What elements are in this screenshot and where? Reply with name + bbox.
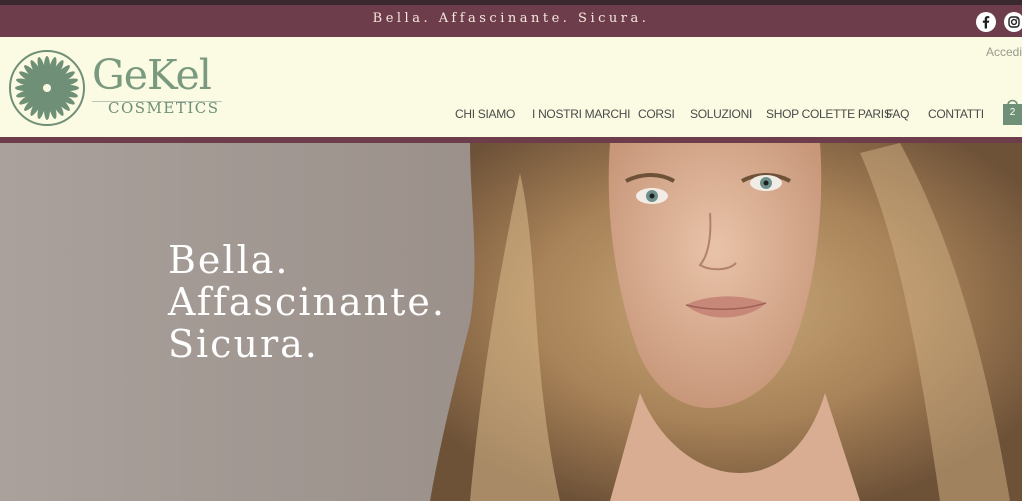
announcement-banner: Bella. Affascinante. Sicura. (0, 5, 1022, 37)
cart-count: 2 (1009, 107, 1016, 118)
brand-subtitle: COSMETICS (108, 99, 220, 117)
hero-line-1: Bella. (168, 238, 290, 282)
hero-line-2: Affascinante. (168, 280, 446, 324)
hero-headline: Bella. Affascinante. Sicura. (168, 239, 446, 365)
hero-section: Bella. Affascinante. Sicura. (0, 143, 1022, 501)
daisy-logo-icon[interactable] (8, 49, 86, 127)
facebook-icon[interactable] (976, 12, 996, 32)
nav-item-shop-colette-paris[interactable]: SHOP COLETTE PARIS (766, 107, 892, 121)
brand-name[interactable]: GeKel (92, 55, 212, 96)
shopping-bag-icon[interactable]: 2 (1003, 97, 1022, 125)
hero-line-3: Sicura. (168, 322, 319, 366)
nav-item-corsi[interactable]: CORSI (638, 107, 675, 121)
hero-portrait-image (0, 143, 1022, 501)
login-link[interactable]: Accedi (986, 45, 1022, 59)
nav-item-soluzioni[interactable]: SOLUZIONI (690, 107, 752, 121)
instagram-icon[interactable] (1004, 12, 1022, 32)
nav-item-chi-siamo[interactable]: CHI SIAMO (455, 107, 515, 121)
site-header: GeKel COSMETICS Accedi CHI SIAMO I NOSTR… (0, 37, 1022, 137)
banner-tagline: Bella. Affascinante. Sicura. (372, 11, 650, 26)
nav-item-i-nostri-marchi[interactable]: I NOSTRI MARCHI (532, 107, 630, 121)
nav-item-contatti[interactable]: CONTATTI (928, 107, 984, 121)
nav-item-faq[interactable]: FAQ (886, 107, 909, 121)
